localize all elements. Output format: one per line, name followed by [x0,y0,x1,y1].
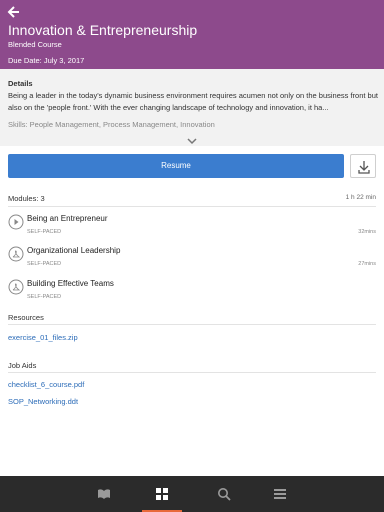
course-title: Innovation & Entrepreneurship [8,22,198,38]
job-aid-link[interactable]: SOP_Networking.ddt [8,397,78,406]
expand-details-button[interactable] [185,133,199,145]
book-icon [98,489,110,499]
divider [8,372,376,373]
nav-library[interactable] [84,476,124,512]
divider [8,324,376,325]
bottom-nav [0,476,384,512]
nav-search[interactable] [204,476,244,512]
module-duration: 27mins [358,261,376,267]
back-button[interactable] [6,4,22,20]
nav-home[interactable] [142,476,182,512]
module-type: SELF-PACED [27,229,62,235]
details-text: Being a leader in the today's dynamic bu… [8,91,378,112]
job-aid-link[interactable]: checklist_6_course.pdf [8,380,84,389]
module-title: Being an Entrepreneur [27,214,108,223]
nav-menu[interactable] [260,476,300,512]
download-icon [358,161,370,174]
resource-link[interactable]: exercise_01_files.zip [8,333,78,342]
module-item[interactable]: Building Effective Teams SELF-PACED [8,275,376,303]
module-title: Organizational Leadership [27,246,121,255]
modules-total-duration: 1 h 22 min [345,194,376,201]
divider [8,206,376,207]
chevron-down-icon [187,138,197,145]
grid-icon [156,488,168,500]
pdf-icon [8,246,24,262]
resume-button[interactable]: Resume [8,154,344,178]
module-type: SELF-PACED [27,261,62,267]
modules-header: Modules: 3 1 h 22 min [8,194,376,206]
course-type: Blended Course [8,40,62,49]
menu-icon [274,489,286,499]
search-icon [218,488,231,501]
module-duration: 32mins [358,229,376,235]
module-title: Building Effective Teams [27,279,114,288]
module-item[interactable]: Organizational Leadership SELF-PACED 27m… [8,242,376,270]
pdf-icon [8,279,24,295]
skills-text: Skills: People Management, Process Manag… [8,120,215,129]
due-date: Due Date: July 3, 2017 [8,56,85,65]
modules-count: Modules: 3 [8,194,45,203]
details-heading: Details [8,79,33,88]
resources-heading: Resources [8,313,44,322]
play-icon [8,214,24,230]
download-button[interactable] [350,154,376,178]
details-panel: Details Being a leader in the today's dy… [0,69,384,146]
course-header: Innovation & Entrepreneurship Blended Co… [0,0,384,69]
module-item[interactable]: Being an Entrepreneur SELF-PACED 32mins [8,210,376,238]
back-arrow-icon [7,6,19,18]
module-type: SELF-PACED [27,294,62,300]
job-aids-heading: Job Aids [8,361,37,370]
